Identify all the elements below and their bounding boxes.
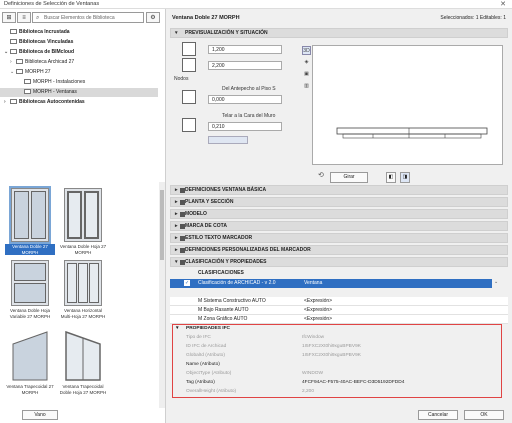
height-field[interactable]: 2,200 bbox=[208, 61, 282, 70]
ok-button[interactable]: OK bbox=[464, 410, 504, 420]
section-planta[interactable]: ▸ PLANTA Y SECCIÓN bbox=[170, 197, 508, 207]
thumbnail-grid: Ventana Doble 27 MORPH Ventana Doble Hoj… bbox=[0, 182, 158, 408]
section-preview[interactable]: ▾ PREVISUALIZACIÓN Y SITUACIÓN bbox=[170, 28, 508, 38]
triangle-right-icon: ▸ bbox=[175, 199, 178, 205]
girar-button[interactable]: Girar bbox=[330, 172, 368, 183]
width-field[interactable]: 1,200 bbox=[208, 45, 282, 54]
nodos-label: Nodos bbox=[174, 76, 189, 82]
triangle-down-icon: ▾ bbox=[175, 259, 178, 265]
window-variable-icon bbox=[11, 260, 49, 306]
cancel-button[interactable]: Cancelar bbox=[418, 410, 458, 420]
window-double-icon bbox=[9, 186, 51, 244]
window-double-sash-icon bbox=[64, 188, 102, 242]
section-icon[interactable]: ▥ bbox=[302, 82, 311, 91]
folder-icon bbox=[24, 79, 31, 84]
section-estilo[interactable]: ▸ ESTILO TEXTO MARCADOR bbox=[170, 233, 508, 243]
folder-icon bbox=[10, 39, 17, 44]
triangle-right-icon: ▸ bbox=[175, 187, 178, 193]
tree-item-archicad27[interactable]: › Biblioteca Archicad 27 bbox=[10, 58, 74, 67]
window-trapezoid-double-icon bbox=[64, 330, 102, 382]
ifc-row: ID IFC de Archicad 1I5FXC2Xt0hi9xguBPBV9K bbox=[186, 344, 361, 349]
property-row[interactable]: M Zona Gráfico AUTO <Expresión> bbox=[170, 315, 508, 324]
height-icon bbox=[182, 58, 196, 72]
tree-item-morph-instalaciones[interactable]: MORPH - Instalaciones bbox=[18, 78, 85, 87]
folder-icon bbox=[10, 49, 17, 54]
triangle-right-icon: ▸ bbox=[175, 247, 178, 253]
triangle-down-icon: ▾ bbox=[175, 30, 178, 36]
section-modelo[interactable]: ▸ MODELO bbox=[170, 209, 508, 219]
tree-item-linked[interactable]: Bibliotecas Vinculadas bbox=[4, 38, 73, 47]
chevron-down-icon[interactable]: ⌄ bbox=[494, 279, 504, 288]
ifc-row: GlobalId (Atributo) 1I5FXC2Xt0hi9xguBPBV9… bbox=[186, 353, 361, 358]
section-custom[interactable]: ▸ DEFINICIONES PERSONALIZADAS DEL MARCADO… bbox=[170, 245, 508, 255]
triangle-right-icon: ▸ bbox=[175, 235, 178, 241]
selection-count: Seleccionados: 1 Editables: 1 bbox=[440, 15, 506, 21]
ifc-row: OverallHeight (Atributo) 2,200 bbox=[186, 389, 315, 394]
sill-icon bbox=[182, 90, 196, 104]
property-row[interactable]: M Bajo Rasante AUTO <Expresión> bbox=[170, 306, 508, 315]
library-menu-button[interactable]: ⊞ bbox=[2, 12, 16, 23]
thumbnail-ventana-doble[interactable]: Ventana Doble 27 MORPH bbox=[5, 186, 55, 255]
cube-icon[interactable]: ◈ bbox=[302, 58, 311, 67]
ifc-row: ObjectType (Atributo) WINDOW bbox=[186, 371, 324, 376]
window-title: Definiciones de Selección de Ventanas bbox=[4, 1, 100, 7]
thumbnail-ventana-trapecoidal[interactable]: Ventana Trapecoidal 27 MORPH bbox=[5, 330, 55, 395]
classifications-label: CLASIFICACIONES bbox=[198, 270, 244, 276]
thumbnail-ventana-variable[interactable]: Ventana Doble Hoja Variable 27 MORPH bbox=[5, 260, 55, 319]
tree-item-embedded[interactable]: Biblioteca Incrustada bbox=[4, 28, 70, 37]
sill-field[interactable]: 0,000 bbox=[208, 95, 282, 104]
sill-label: Del Antepecho al Piso S bbox=[222, 86, 276, 92]
reveal-icon bbox=[182, 118, 196, 132]
view-mode-button[interactable]: ≡ bbox=[17, 12, 31, 23]
plan-icon[interactable]: ▣ bbox=[302, 70, 311, 79]
checkbox-icon[interactable]: ✓ bbox=[184, 280, 190, 286]
folder-icon bbox=[10, 99, 17, 104]
thumbnail-ventana-trapecoidal-doble[interactable]: Ventana Trapecoidal Doble Hoja 27 MORPH bbox=[58, 330, 108, 395]
classification-row[interactable]: ✓ Clasificación de ARCHICAD - v 2.0 Vent… bbox=[170, 279, 492, 288]
reveal-label: Telar a la Cara del Muro bbox=[222, 113, 276, 119]
view-toolbar: 3D ◈ ▣ ▥ bbox=[302, 46, 312, 94]
view-3d-button[interactable]: 3D bbox=[302, 46, 311, 55]
property-row[interactable]: M Sistema Constructivo AUTO <Expresión> bbox=[170, 297, 508, 306]
section-marca[interactable]: ▸ MARCA DE COTA bbox=[170, 221, 508, 231]
ifc-header[interactable]: ▾ PROPIEDADES IFC bbox=[172, 325, 502, 333]
thumbnail-ventana-horizontal[interactable]: Ventana Horizontal Multi-Hoja 27 MORPH bbox=[58, 260, 108, 319]
element-title: Ventana Doble 27 MORPH bbox=[172, 15, 240, 21]
ifc-row[interactable]: Tag (Atributo) 4FCF94AC-F575-40AC-BEFC-D3… bbox=[172, 379, 502, 387]
thumbnail-ventana-doble-hoja[interactable]: Ventana Doble Hoja 27 MORPH bbox=[58, 188, 108, 255]
flip-icon[interactable]: ◨ bbox=[400, 172, 410, 183]
tree-item-morph27[interactable]: ⌄ MORPH 27 bbox=[10, 68, 51, 77]
section-clasificacion[interactable]: ▾ CLASIFICACIÓN Y PROPIEDADES bbox=[170, 257, 508, 267]
library-search-input[interactable]: ⌕ Buscar Elementos de Biblioteca bbox=[32, 12, 144, 23]
tree-item-bimcloud[interactable]: ⌄ Biblioteca de BIMcloud bbox=[4, 48, 74, 57]
rotate-icon[interactable]: ⟲ bbox=[318, 171, 324, 179]
width-icon bbox=[182, 42, 196, 56]
folder-icon bbox=[16, 69, 23, 74]
search-icon: ⌕ bbox=[36, 15, 40, 21]
gear-icon[interactable]: ⚙ bbox=[146, 12, 160, 23]
window-titlebar: Definiciones de Selección de Ventanas ✕ bbox=[0, 0, 512, 9]
mirror-icon[interactable]: ◧ bbox=[386, 172, 396, 183]
window-trapezoid-icon bbox=[11, 330, 49, 382]
folder-icon bbox=[10, 29, 17, 34]
ifc-row: Tipo de IFC IfcWindow bbox=[186, 335, 325, 340]
ifc-row[interactable]: Name (Atributo) bbox=[172, 361, 502, 369]
anchor-buttons[interactable] bbox=[208, 136, 248, 144]
tree-item-morph-ventanas[interactable]: MORPH - Ventanas bbox=[0, 88, 158, 97]
vano-button[interactable]: Vano bbox=[22, 410, 58, 420]
triangle-right-icon: ▸ bbox=[175, 223, 178, 229]
close-icon[interactable]: ✕ bbox=[500, 0, 506, 8]
preview-canvas bbox=[312, 45, 503, 165]
search-placeholder: Buscar Elementos de Biblioteca bbox=[44, 15, 115, 21]
window-horizontal-icon bbox=[64, 260, 102, 306]
triangle-right-icon: ▸ bbox=[175, 211, 178, 217]
reveal-field[interactable]: 0,210 bbox=[208, 122, 282, 131]
folder-icon bbox=[24, 89, 31, 94]
section-basic[interactable]: ▸ DEFINICIONES VENTANA BÁSICA bbox=[170, 185, 508, 195]
thumbnail-scrollbar[interactable] bbox=[159, 182, 165, 408]
triangle-down-icon: ▾ bbox=[176, 326, 179, 331]
folder-icon bbox=[16, 59, 23, 64]
tree-item-autocontained[interactable]: › Bibliotecas Autocontenidas bbox=[4, 98, 85, 107]
